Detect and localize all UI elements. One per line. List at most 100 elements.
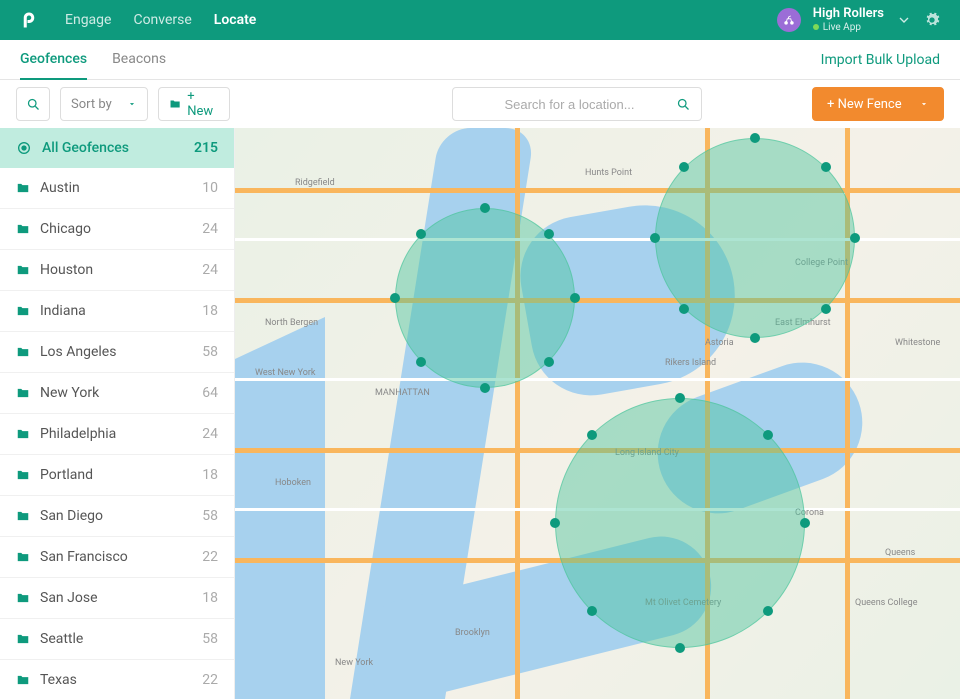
folder-icon [169, 97, 181, 111]
sidebar-all-geofences[interactable]: All Geofences 215 [0, 128, 234, 168]
avatar[interactable] [777, 8, 801, 32]
sidebar-item[interactable]: Austin10 [0, 168, 234, 209]
geofence-handle[interactable] [750, 133, 760, 143]
new-fence-button[interactable]: + New Fence [812, 87, 944, 121]
geofence-handle[interactable] [650, 233, 660, 243]
sidebar-item[interactable]: Portland 18 [0, 455, 234, 496]
sidebar-item[interactable]: San Francisco22 [0, 537, 234, 578]
geofence-handle[interactable] [550, 518, 560, 528]
section-tabs: Geofences Beacons [20, 40, 166, 80]
nav-converse[interactable]: Converse [133, 12, 191, 28]
sidebar-item-label: Seattle [40, 631, 83, 647]
sidebar-item-count: 18 [202, 590, 218, 606]
location-search[interactable] [452, 87, 702, 121]
primary-nav: Engage Converse Locate [65, 12, 256, 28]
sidebar-item-label: Los Angeles [40, 344, 116, 360]
sidebar-item-count: 64 [202, 385, 218, 401]
geofence-handle[interactable] [821, 162, 831, 172]
sidebar-item-label: Portland [40, 467, 93, 483]
sort-dropdown[interactable]: Sort by [60, 87, 148, 121]
sidebar-item[interactable]: Los Angeles 58 [0, 332, 234, 373]
search-input[interactable] [463, 97, 676, 112]
settings-icon[interactable] [924, 12, 940, 28]
sidebar-item-label: Texas [40, 672, 77, 688]
sidebar-item[interactable]: Indiana18 [0, 291, 234, 332]
sidebar-item[interactable]: Seattle58 [0, 619, 234, 660]
user-status: Live App [813, 22, 884, 33]
map-area-label: Hoboken [275, 478, 311, 488]
sidebar-item-count: 58 [202, 508, 218, 524]
tab-beacons[interactable]: Beacons [112, 40, 166, 80]
geofence-handle[interactable] [763, 430, 773, 440]
tab-geofences[interactable]: Geofences [20, 40, 87, 80]
map-area-label: Ridgefield [295, 178, 335, 188]
geofence-handle[interactable] [675, 643, 685, 653]
geofence-handle[interactable] [679, 304, 689, 314]
sidebar-item-label: San Francisco [40, 549, 128, 565]
main: All Geofences 215 Austin10Chicago24Houst… [0, 128, 960, 699]
sidebar-item-count: 18 [202, 303, 218, 319]
new-fence-label: + New Fence [827, 97, 902, 112]
map-area-label: West New York [255, 368, 316, 378]
account-dropdown-icon[interactable] [896, 12, 912, 28]
new-folder-button[interactable]: + New [158, 87, 230, 121]
sidebar-item[interactable]: Houston24 [0, 250, 234, 291]
sidebar-item-label: Philadelphia [40, 426, 116, 442]
geofence-handle[interactable] [544, 357, 554, 367]
sidebar-item-count: 18 [202, 467, 218, 483]
search-icon[interactable] [676, 97, 691, 112]
map-area-label: Rikers Island [665, 358, 716, 368]
geofence-handle[interactable] [675, 393, 685, 403]
sidebar-item-label: San Jose [40, 590, 98, 606]
sidebar-item[interactable]: Chicago24 [0, 209, 234, 250]
folder-icon [16, 345, 30, 359]
geofence-handle[interactable] [480, 383, 490, 393]
geofence-handle[interactable] [750, 333, 760, 343]
sidebar-item[interactable]: San Jose 18 [0, 578, 234, 619]
geofence-handle[interactable] [570, 293, 580, 303]
search-filter-button[interactable] [16, 87, 50, 121]
geofence-handle[interactable] [587, 606, 597, 616]
nav-engage[interactable]: Engage [65, 12, 111, 28]
map-area-label: MANHATTAN [375, 388, 430, 398]
geofence-handle[interactable] [821, 304, 831, 314]
map-area-label: Astoria [705, 338, 734, 348]
sidebar-item[interactable]: New York64 [0, 373, 234, 414]
app-header: Engage Converse Locate High Rollers Live… [0, 0, 960, 40]
sidebar-item-count: 24 [202, 426, 218, 442]
map-canvas[interactable]: Ridgefield North Bergen West New York Hobok… [235, 128, 960, 699]
sidebar-item[interactable]: San Diego 58 [0, 496, 234, 537]
sidebar-list: Austin10Chicago24Houston24Indiana18Los A… [0, 168, 234, 699]
user-status-text: Live App [823, 22, 861, 33]
folder-icon [16, 222, 30, 236]
geofence-handle[interactable] [390, 293, 400, 303]
geofence-handle[interactable] [544, 229, 554, 239]
nav-locate[interactable]: Locate [214, 12, 257, 28]
geofence-handle[interactable] [480, 203, 490, 213]
geofence-handle[interactable] [800, 518, 810, 528]
folder-icon [16, 427, 30, 441]
sidebar-item-count: 10 [202, 180, 218, 196]
map-road [235, 298, 960, 303]
geofence-handle[interactable] [587, 430, 597, 440]
subheader: Geofences Beacons Import Bulk Upload [0, 40, 960, 80]
sidebar-item-label: San Diego [40, 508, 103, 524]
folder-icon [16, 181, 30, 195]
sidebar-item-count: 58 [202, 344, 218, 360]
sidebar-item[interactable]: Philadelphia 24 [0, 414, 234, 455]
geofence-handle[interactable] [850, 233, 860, 243]
sidebar-item[interactable]: Texas 22 [0, 660, 234, 699]
logo-icon[interactable] [20, 10, 40, 30]
sidebar-item-count: 22 [202, 672, 218, 688]
map-area-label: New York [335, 658, 373, 668]
import-bulk-link[interactable]: Import Bulk Upload [821, 52, 940, 68]
sidebar-item-label: Chicago [40, 221, 91, 237]
target-icon [16, 140, 32, 156]
folder-icon [16, 386, 30, 400]
geofence-handle[interactable] [416, 357, 426, 367]
status-dot-icon [813, 24, 819, 30]
map-area-label: Brooklyn [455, 628, 490, 638]
map-area-label: North Bergen [265, 318, 318, 328]
sidebar-all-count: 215 [194, 140, 218, 156]
sidebar: All Geofences 215 Austin10Chicago24Houst… [0, 128, 235, 699]
